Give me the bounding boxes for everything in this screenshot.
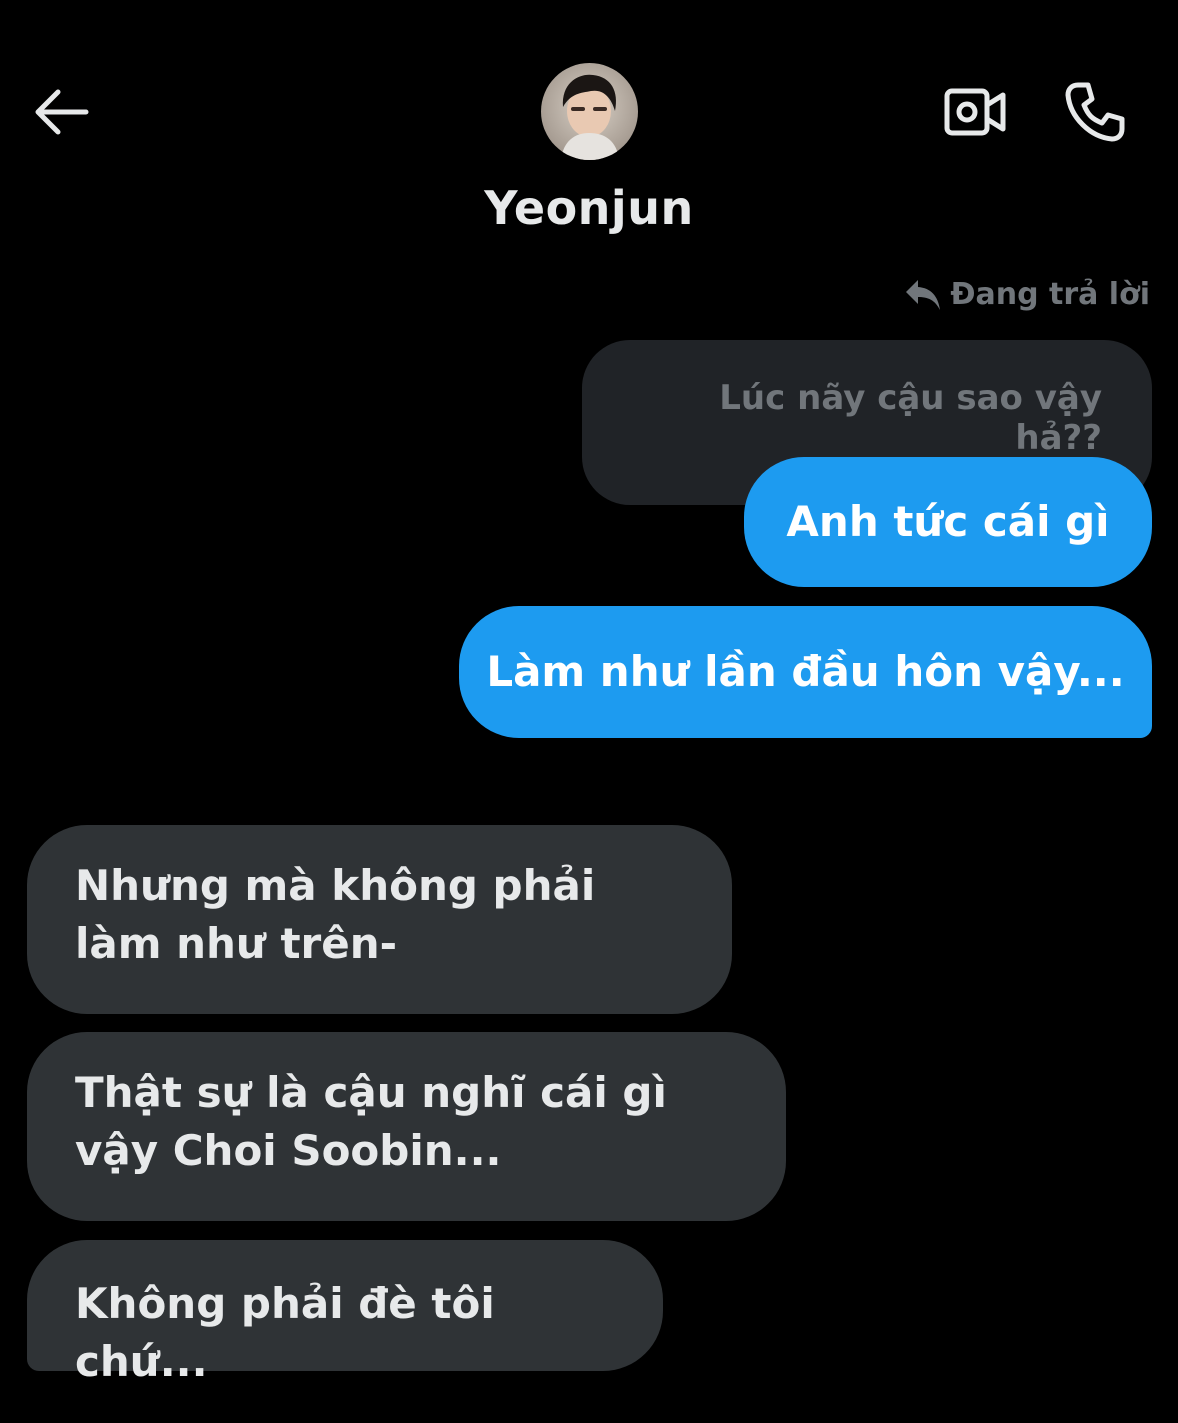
reply-indicator-label: Đang trả lời: [950, 277, 1150, 312]
sent-message[interactable]: Anh tức cái gì: [744, 457, 1152, 587]
received-message[interactable]: Nhưng mà không phải làm như trên-: [27, 825, 732, 1014]
message-text: Nhưng mà không phải làm như trên-: [75, 861, 596, 968]
avatar[interactable]: [541, 63, 638, 160]
voice-call-button[interactable]: [1055, 72, 1135, 152]
sent-message[interactable]: Làm như lần đầu hôn vậy...: [459, 606, 1152, 738]
avatar-image: [541, 63, 638, 160]
arrow-left-icon: [35, 89, 89, 135]
quoted-message-text: Lúc nãy cậu sao vậy hả??: [719, 378, 1102, 458]
message-text: Thật sự là cậu nghĩ cái gì vậy Choi Soob…: [75, 1068, 667, 1175]
received-message[interactable]: Thật sự là cậu nghĩ cái gì vậy Choi Soob…: [27, 1032, 786, 1221]
video-camera-icon: [944, 88, 1006, 136]
video-call-button[interactable]: [935, 72, 1015, 152]
message-text: Không phải đè tôi chứ...: [75, 1279, 495, 1386]
message-text: Làm như lần đầu hôn vậy...: [486, 647, 1125, 696]
phone-icon: [1065, 82, 1125, 142]
reply-arrow-icon: [906, 279, 941, 310]
message-text: Anh tức cái gì: [786, 497, 1110, 546]
received-message[interactable]: Không phải đè tôi chứ...: [27, 1240, 663, 1386]
contact-name[interactable]: Yeonjun: [0, 181, 1178, 235]
back-button[interactable]: [22, 72, 102, 152]
reply-indicator: Đang trả lời: [904, 277, 1150, 312]
